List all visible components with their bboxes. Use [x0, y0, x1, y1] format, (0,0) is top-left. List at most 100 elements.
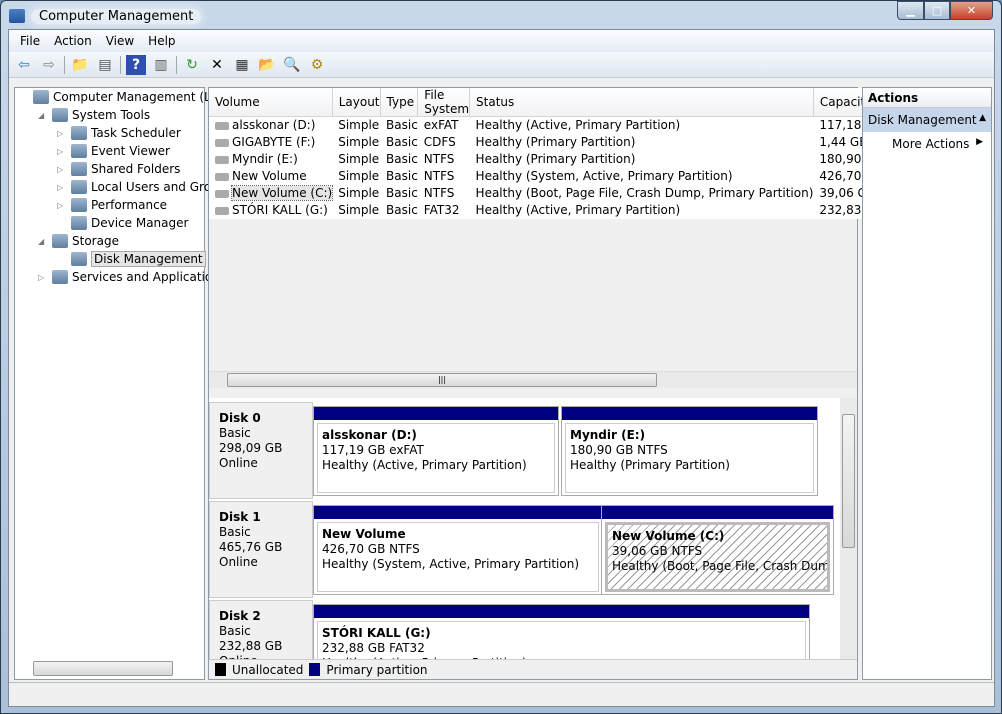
partition-body: alsskonar (D:) 117,19 GB exFAT Healthy (Ac…: [317, 423, 555, 493]
cell-text: Basic: [386, 118, 418, 133]
partition-color-bar: [314, 506, 602, 519]
menu-view[interactable]: View: [99, 34, 141, 48]
tree-node-icon: [52, 234, 68, 248]
tree-item[interactable]: ▷ Local Users and Groups: [57, 178, 233, 196]
table-cell: New Volume (C:): [209, 185, 334, 202]
column-header[interactable]: File System: [417, 88, 471, 117]
show-hide-tree-icon[interactable]: ▤: [95, 55, 115, 75]
cell-text: Healthy (Primary Partition): [475, 152, 636, 166]
help-icon[interactable]: ?: [126, 54, 146, 75]
partition-block[interactable]: Myndir (E:) 180,90 GB NTFS Healthy (Primar…: [561, 406, 818, 496]
refresh-icon[interactable]: ↻: [182, 55, 202, 75]
show-hide-action-pane-icon[interactable]: ▥: [151, 55, 171, 75]
tree-item[interactable]: ▷ Performance: [57, 196, 167, 214]
tree-item[interactable]: ▷ Services and Applications: [38, 268, 226, 286]
tree-item[interactable]: ▷ Event Viewer: [57, 142, 170, 160]
partition-size: 232,88 GB FAT32: [322, 641, 425, 655]
disk-label[interactable]: Disk 0 Basic 298,09 GB Online: [209, 402, 313, 499]
tree-item[interactable]: ▷ Task Scheduler: [57, 124, 181, 142]
cell-text: Basic: [386, 203, 418, 217]
tree-node-icon: [71, 162, 87, 176]
tree-item[interactable]: ◢ System Tools: [38, 106, 150, 124]
properties-icon[interactable]: ▦: [232, 55, 252, 75]
more-actions-label: More Actions: [892, 137, 970, 151]
tree-item[interactable]: ▷ Shared Folders: [57, 160, 180, 178]
partition-size: 39,06 GB NTFS: [612, 544, 703, 558]
partition-block[interactable]: New Volume (C:) 39,06 GB NTFS Healthy (Boo…: [601, 505, 834, 595]
expander-icon[interactable]: ▷: [57, 165, 67, 174]
disk-type: Basic: [219, 525, 251, 539]
expander-icon[interactable]: ◢: [38, 237, 48, 246]
forward-icon[interactable]: ⇨: [39, 55, 59, 75]
expander-icon[interactable]: ▷: [38, 273, 48, 282]
legend-primary: Primary partition: [326, 662, 428, 677]
column-header[interactable]: Volume: [209, 88, 333, 117]
tree-node-icon: [71, 216, 87, 230]
tree-item[interactable]: ◢ Storage: [38, 232, 119, 250]
expander-icon[interactable]: ◢: [38, 111, 48, 120]
column-header[interactable]: Layout: [332, 88, 381, 117]
toolbar-separator: [120, 55, 121, 74]
tree-item[interactable]: Computer Management (Local: [19, 88, 235, 106]
search-icon[interactable]: 🔍: [282, 55, 302, 75]
open-folder-icon[interactable]: 📂: [257, 55, 277, 75]
partition-block[interactable]: STÓRI KALL (G:)232,88 GB FAT32Healthy (A…: [313, 604, 810, 659]
disk-label[interactable]: Disk 1 Basic 465,76 GB Online: [209, 501, 313, 598]
table-row[interactable]: GIGABYTE (F:) Simple Basic CDFS Healthy (Pri…: [209, 134, 883, 151]
up-folder-icon[interactable]: 📁: [70, 55, 90, 75]
expander-icon[interactable]: ▷: [57, 201, 67, 210]
table-row[interactable]: Myndir (E:) Simple Basic NTFS Healthy (Prima…: [209, 151, 883, 168]
hscroll-thumb[interactable]: |||: [227, 373, 657, 387]
table-row[interactable]: New Volume Simple Basic NTFS Healthy (System…: [209, 168, 883, 185]
table-cell: NTFS: [418, 185, 470, 202]
menu-action[interactable]: Action: [47, 34, 99, 48]
table-row[interactable]: STÓRI KALL (G:) Simple Basic FAT32 Healthy (…: [209, 202, 883, 219]
vscroll-thumb[interactable]: [842, 414, 855, 548]
minimize-button[interactable]: ▁: [897, 1, 924, 20]
horizontal-scrollbar[interactable]: |||: [209, 371, 857, 388]
cell-text: Simple: [338, 169, 380, 183]
expander-icon[interactable]: ▷: [57, 183, 67, 192]
close-button[interactable]: ✕: [950, 1, 993, 20]
vertical-scrollbar[interactable]: [840, 398, 857, 659]
actions-disk-management[interactable]: Disk Management ▲: [863, 108, 991, 132]
table-row[interactable]: New Volume (C:) Simple Basic NTFS Healthy (B…: [209, 185, 883, 202]
disk-label[interactable]: Disk 2Basic232,88 GBOnline: [209, 600, 313, 659]
partition-size: 426,70 GB NTFS: [322, 542, 420, 556]
collapse-icon: ▲: [979, 113, 986, 123]
table-row[interactable]: alsskonar (D:) Simple Basic exFAT Healthy (A…: [209, 117, 883, 134]
tree-node-icon: [71, 198, 87, 212]
section-label: Disk Management: [868, 113, 977, 127]
partition-block[interactable]: alsskonar (D:) 117,19 GB exFAT Healthy (Ac…: [313, 406, 559, 496]
settings-icon[interactable]: ⚙: [307, 55, 327, 75]
partition-size: 117,19 GB exFAT: [322, 443, 424, 457]
delete-icon[interactable]: ✕: [207, 55, 227, 75]
disk-type: Basic: [219, 426, 251, 440]
maximize-button[interactable]: □: [924, 1, 950, 20]
expander-icon[interactable]: ▷: [57, 147, 67, 156]
cell-text: Basic: [386, 152, 418, 166]
drive-icon: [215, 206, 229, 215]
column-header[interactable]: Status: [469, 88, 814, 117]
cell-text: Myndir (E:): [232, 152, 298, 166]
tree-item[interactable]: Device Manager: [57, 214, 188, 232]
back-icon[interactable]: ⇦: [14, 55, 34, 75]
disk-name: Disk 2: [219, 609, 261, 623]
tree-item[interactable]: Disk Management: [57, 250, 206, 268]
tree-item-label: Services and Applications: [72, 270, 227, 284]
column-header[interactable]: Type: [380, 88, 419, 117]
menu-file[interactable]: File: [13, 34, 47, 48]
more-actions[interactable]: More Actions ▶: [863, 132, 991, 156]
tree-item-label: Performance: [91, 198, 168, 212]
tree-item-label: Shared Folders: [91, 162, 181, 176]
table-cell: Healthy (Primary Partition): [470, 134, 814, 151]
table-cell: CDFS: [418, 134, 470, 151]
menu-help[interactable]: Help: [141, 34, 182, 48]
cell-text: STÓRI KALL (G:): [232, 203, 328, 217]
disk-type: Basic: [219, 624, 251, 638]
tree-hscroll-thumb[interactable]: [33, 661, 173, 676]
expander-icon[interactable]: ▷: [57, 129, 67, 138]
partition-block[interactable]: New Volume 426,70 GB NTFS Healthy (System,…: [313, 505, 603, 595]
table-cell: GIGABYTE (F:): [209, 134, 332, 151]
tree-item-label: Disk Management: [91, 251, 206, 267]
